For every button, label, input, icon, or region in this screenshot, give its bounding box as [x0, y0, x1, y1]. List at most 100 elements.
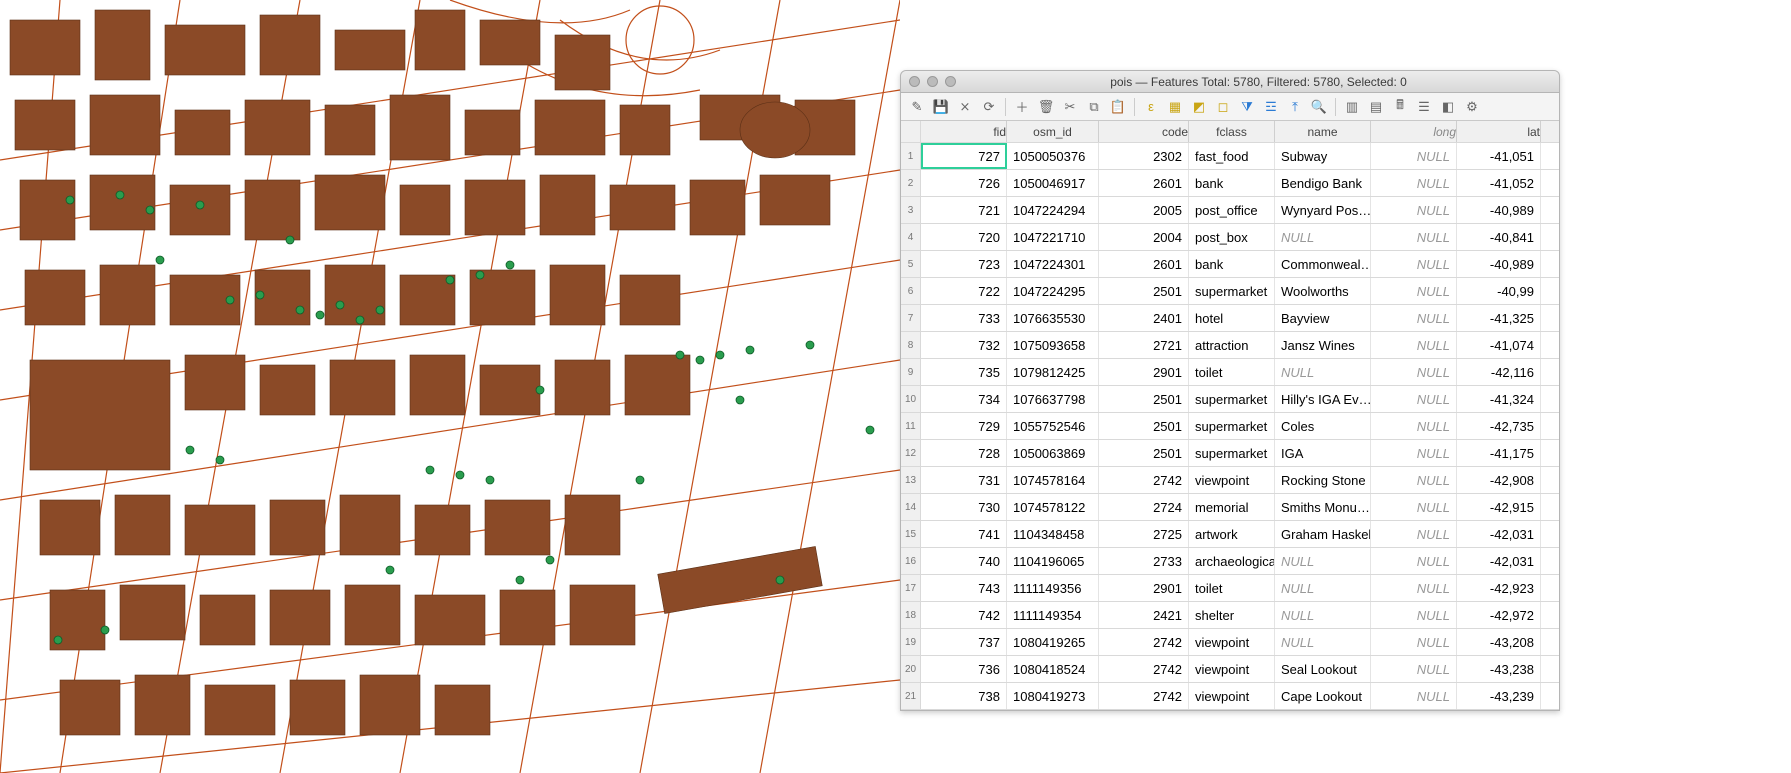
table-row[interactable]: 873210750936582721attractionJansz WinesN…	[901, 332, 1559, 359]
cell-code[interactable]: 2721	[1099, 332, 1189, 358]
cell-long[interactable]: NULL	[1371, 467, 1457, 493]
cell-name[interactable]: Graham Haskell	[1275, 521, 1371, 547]
row-number[interactable]: 5	[901, 251, 921, 277]
col-header-fid[interactable]: fid	[921, 121, 1007, 142]
cell-osm_id[interactable]: 1075093658	[1007, 332, 1099, 358]
cell-osm_id[interactable]: 1080419265	[1007, 629, 1099, 655]
cell-lat[interactable]: -42,735	[1457, 413, 1541, 439]
table-row[interactable]: 773310766355302401hotelBayviewNULL-41,32…	[901, 305, 1559, 332]
cell-fclass[interactable]: hotel	[1189, 305, 1275, 331]
cut-icon[interactable]: ✂	[1060, 97, 1080, 117]
titlebar[interactable]: pois — Features Total: 5780, Filtered: 5…	[901, 71, 1559, 93]
discard-edits-icon[interactable]: ⨯	[955, 97, 975, 117]
row-number[interactable]: 6	[901, 278, 921, 304]
cell-osm_id[interactable]: 1104196065	[1007, 548, 1099, 574]
cell-long[interactable]: NULL	[1371, 197, 1457, 223]
row-number[interactable]: 21	[901, 683, 921, 709]
filter-icon[interactable]: ⧩	[1237, 97, 1257, 117]
table-row[interactable]: 372110472242942005post_officeWynyard Pos…	[901, 197, 1559, 224]
row-number[interactable]: 13	[901, 467, 921, 493]
table-row[interactable]: 1373110745781642742viewpointRocking Ston…	[901, 467, 1559, 494]
cell-long[interactable]: NULL	[1371, 251, 1457, 277]
cell-fclass[interactable]: supermarket	[1189, 413, 1275, 439]
cell-long[interactable]: NULL	[1371, 602, 1457, 628]
cell-code[interactable]: 2733	[1099, 548, 1189, 574]
cell-lat[interactable]: -42,972	[1457, 602, 1541, 628]
cell-lat[interactable]: -41,324	[1457, 386, 1541, 412]
cell-fid[interactable]: 722	[921, 278, 1007, 304]
cell-osm_id[interactable]: 1047224294	[1007, 197, 1099, 223]
cell-fid[interactable]: 720	[921, 224, 1007, 250]
cell-fclass[interactable]: viewpoint	[1189, 467, 1275, 493]
conditional-format-icon[interactable]: ☰	[1414, 97, 1434, 117]
row-number[interactable]: 15	[901, 521, 921, 547]
cell-code[interactable]: 2501	[1099, 278, 1189, 304]
deselect-icon[interactable]: ◻	[1213, 97, 1233, 117]
cell-fid[interactable]: 735	[921, 359, 1007, 385]
row-number[interactable]: 2	[901, 170, 921, 196]
cell-code[interactable]: 2501	[1099, 413, 1189, 439]
attribute-grid[interactable]: fid osm_id code fclass name long lat 172…	[901, 121, 1559, 710]
zoom-icon[interactable]	[945, 76, 956, 87]
cell-osm_id[interactable]: 1079812425	[1007, 359, 1099, 385]
cell-lat[interactable]: -40,99	[1457, 278, 1541, 304]
cell-osm_id[interactable]: 1074578164	[1007, 467, 1099, 493]
new-column-icon[interactable]: ▥	[1342, 97, 1362, 117]
cell-name[interactable]: Cape Lookout	[1275, 683, 1371, 709]
cell-fclass[interactable]: artwork	[1189, 521, 1275, 547]
cell-lat[interactable]: -41,051	[1457, 143, 1541, 169]
table-row[interactable]: 1874211111493542421shelterNULLNULL-42,97…	[901, 602, 1559, 629]
cell-name[interactable]: Bayview	[1275, 305, 1371, 331]
cell-name[interactable]: NULL	[1275, 629, 1371, 655]
cell-lat[interactable]: -41,074	[1457, 332, 1541, 358]
cell-osm_id[interactable]: 1080419273	[1007, 683, 1099, 709]
cell-long[interactable]: NULL	[1371, 440, 1457, 466]
cell-fclass[interactable]: bank	[1189, 251, 1275, 277]
cell-lat[interactable]: -42,116	[1457, 359, 1541, 385]
cell-name[interactable]: NULL	[1275, 575, 1371, 601]
expression-icon[interactable]: ε	[1141, 97, 1161, 117]
calculator-icon[interactable]: 🖩	[1390, 97, 1410, 117]
table-row[interactable]: 1774311111493562901toiletNULLNULL-42,923	[901, 575, 1559, 602]
row-number[interactable]: 4	[901, 224, 921, 250]
cell-name[interactable]: NULL	[1275, 602, 1371, 628]
cell-name[interactable]: NULL	[1275, 548, 1371, 574]
cell-long[interactable]: NULL	[1371, 413, 1457, 439]
cell-name[interactable]: Jansz Wines	[1275, 332, 1371, 358]
cell-fid[interactable]: 736	[921, 656, 1007, 682]
cell-osm_id[interactable]: 1076635530	[1007, 305, 1099, 331]
cell-fclass[interactable]: supermarket	[1189, 386, 1275, 412]
cell-osm_id[interactable]: 1111149354	[1007, 602, 1099, 628]
cell-osm_id[interactable]: 1050063869	[1007, 440, 1099, 466]
cell-fclass[interactable]: memorial	[1189, 494, 1275, 520]
cell-fclass[interactable]: supermarket	[1189, 440, 1275, 466]
row-number[interactable]: 19	[901, 629, 921, 655]
table-row[interactable]: 1172910557525462501supermarketColesNULL-…	[901, 413, 1559, 440]
table-row[interactable]: 1073410766377982501supermarketHilly's IG…	[901, 386, 1559, 413]
delete-feature-icon[interactable]: 🗑	[1036, 97, 1056, 117]
cell-fid[interactable]: 728	[921, 440, 1007, 466]
cell-fid[interactable]: 737	[921, 629, 1007, 655]
cell-long[interactable]: NULL	[1371, 332, 1457, 358]
cell-code[interactable]: 2601	[1099, 170, 1189, 196]
cell-long[interactable]: NULL	[1371, 278, 1457, 304]
cell-long[interactable]: NULL	[1371, 305, 1457, 331]
cell-lat[interactable]: -43,239	[1457, 683, 1541, 709]
cell-fid[interactable]: 730	[921, 494, 1007, 520]
cell-lat[interactable]: -43,238	[1457, 656, 1541, 682]
cell-long[interactable]: NULL	[1371, 548, 1457, 574]
cell-osm_id[interactable]: 1104348458	[1007, 521, 1099, 547]
table-row[interactable]: 1574111043484582725artworkGraham Haskell…	[901, 521, 1559, 548]
cell-fclass[interactable]: toilet	[1189, 359, 1275, 385]
cell-long[interactable]: NULL	[1371, 170, 1457, 196]
cell-lat[interactable]: -40,989	[1457, 251, 1541, 277]
select-all-icon[interactable]: ▦	[1165, 97, 1185, 117]
row-number[interactable]: 12	[901, 440, 921, 466]
cell-lat[interactable]: -43,208	[1457, 629, 1541, 655]
cell-fclass[interactable]: shelter	[1189, 602, 1275, 628]
minimize-icon[interactable]	[927, 76, 938, 87]
cell-lat[interactable]: -42,908	[1457, 467, 1541, 493]
table-row[interactable]: 672210472242952501supermarketWoolworthsN…	[901, 278, 1559, 305]
cell-lat[interactable]: -42,031	[1457, 548, 1541, 574]
cell-code[interactable]: 2901	[1099, 575, 1189, 601]
